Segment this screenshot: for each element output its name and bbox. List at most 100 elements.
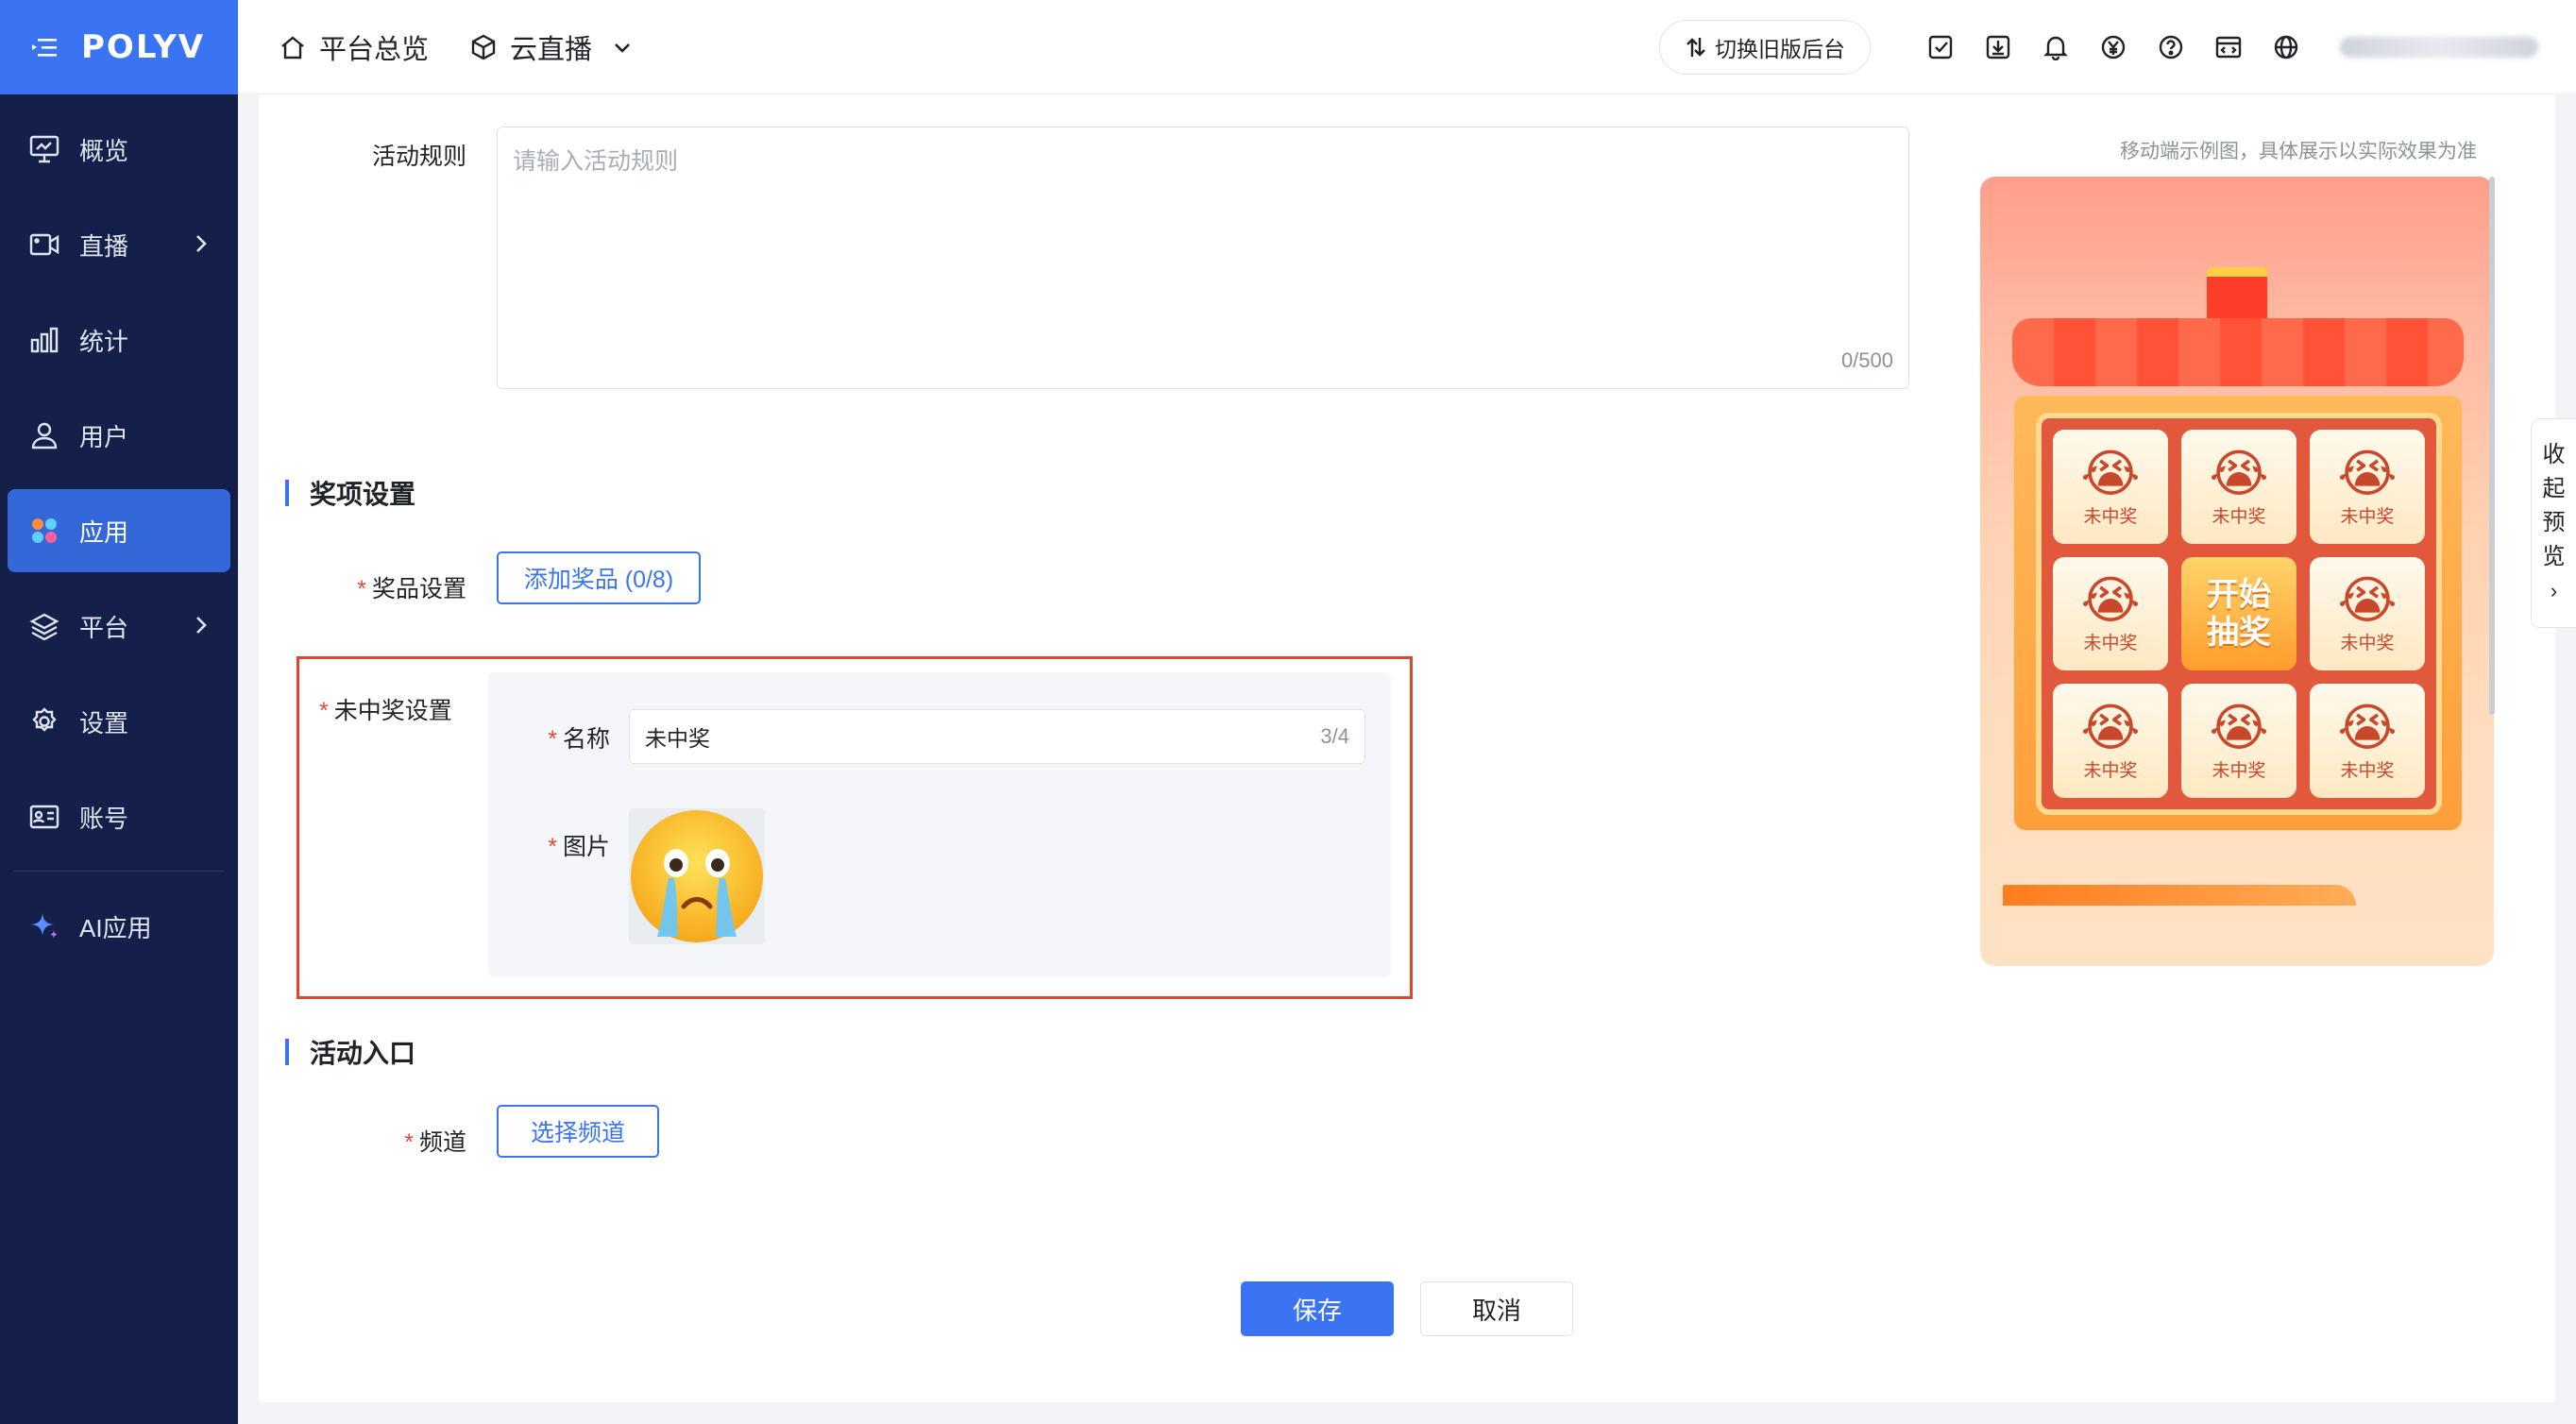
- video-icon: [28, 229, 60, 261]
- user-account-menu[interactable]: [2340, 36, 2538, 58]
- channel-label: * 频道: [404, 1129, 466, 1156]
- awning-decoration: [2012, 318, 2464, 386]
- chevron-right-icon: ›: [2550, 579, 2558, 602]
- sidebar-item-label: 用户: [79, 422, 129, 451]
- menu-icon[interactable]: [32, 37, 57, 58]
- rules-counter: 0/500: [1840, 348, 1893, 372]
- checklist-icon[interactable]: [1924, 31, 1957, 63]
- prize-settings-label: * 奖品设置: [357, 576, 466, 602]
- home-icon: [281, 35, 304, 59]
- crying-face-icon: 😭: [2209, 700, 2269, 757]
- sidebar-item-stats[interactable]: 统计: [8, 298, 230, 381]
- sidebar-item-label: 平台: [79, 613, 129, 642]
- lottery-cell-label: 未中奖: [2083, 634, 2138, 654]
- sidebar-item-label: 直播: [79, 231, 129, 261]
- crying-face-icon: 😭: [2209, 445, 2269, 502]
- swap-icon: [1686, 37, 1705, 57]
- cube-icon: [471, 34, 496, 59]
- globe-icon[interactable]: [2270, 31, 2302, 63]
- rules-placeholder: 请输入活动规则: [513, 148, 679, 175]
- gift-box-decoration: [2207, 267, 2267, 324]
- sidebar-item-ai[interactable]: AI应用: [8, 885, 230, 968]
- id-card-icon: [28, 801, 60, 833]
- sidebar-item-settings[interactable]: 设置: [8, 680, 230, 763]
- platform-overview-link[interactable]: 平台总览: [280, 27, 429, 67]
- lottery-cell-label: 未中奖: [2212, 506, 2266, 527]
- lottery-cell-label: 未中奖: [2083, 761, 2138, 782]
- sidebar-item-label: 概览: [79, 136, 129, 165]
- lottery-grid: 😭 未中奖 😭 未中奖 😭 未中奖 😭 未中奖 开始 抽奖 😭 未中奖 😭 未中奖 😭 未中奖 …: [2036, 413, 2442, 815]
- collapse-char: 预: [2542, 510, 2566, 535]
- monitor-icon: [28, 133, 60, 165]
- lottery-cell: 😭 未中奖: [2053, 684, 2168, 798]
- save-button[interactable]: 保存: [1241, 1281, 1394, 1336]
- help-icon[interactable]: [2155, 31, 2187, 63]
- cancel-button[interactable]: 取消: [1420, 1281, 1573, 1336]
- image-label: * 图片: [548, 834, 610, 860]
- lottery-cell: 😭 未中奖: [2053, 430, 2168, 544]
- start-lottery-line1: 开始: [2207, 576, 2271, 613]
- rules-textarea[interactable]: 请输入活动规则 0/500: [497, 127, 1909, 389]
- platform-overview-label: 平台总览: [319, 34, 430, 65]
- layers-icon: [28, 610, 60, 642]
- lottery-cell: 😭 未中奖: [2310, 556, 2425, 671]
- crying-face-icon: [631, 810, 763, 942]
- lottery-cell-label: 未中奖: [2340, 506, 2395, 527]
- sidebar-item-live[interactable]: 直播: [8, 203, 230, 286]
- gear-icon: [28, 705, 60, 737]
- crying-face-icon: 😭: [2080, 445, 2141, 502]
- sidebar-item-label: AI应用: [79, 913, 152, 942]
- entry-section-title: 活动入口: [285, 1033, 415, 1071]
- logo-bar: POLYV: [0, 0, 238, 94]
- start-lottery-line2: 抽奖: [2207, 614, 2271, 651]
- lottery-cell: 😭 未中奖: [2181, 430, 2296, 544]
- name-input-counter: 3/4: [1320, 724, 1349, 748]
- preview-scrollbar[interactable]: [2489, 177, 2495, 715]
- download-icon[interactable]: [1982, 31, 2014, 63]
- no-prize-name-input[interactable]: 未中奖 3/4: [629, 709, 1365, 764]
- code-window-icon[interactable]: [2212, 31, 2245, 63]
- yuan-icon[interactable]: [2097, 31, 2129, 63]
- bar-chart-icon: [28, 324, 60, 356]
- brand-logo[interactable]: POLYV: [81, 28, 205, 66]
- crying-face-icon: 😭: [2337, 445, 2398, 502]
- sidebar: POLYV 概览 直播 统计 用户 应用 平台 设置 账号 AI应用: [0, 0, 238, 1424]
- chevron-right-icon: [196, 617, 207, 634]
- top-bar: 平台总览 云直播 切换旧版后台: [238, 0, 2576, 94]
- crying-face-icon: 😭: [2080, 572, 2141, 630]
- select-channel-button[interactable]: 选择频道: [497, 1105, 659, 1158]
- name-label: * 名称: [548, 726, 610, 753]
- preview-note: 移动端示例图，具体展示以实际效果为准: [2120, 141, 2477, 162]
- no-prize-image-upload[interactable]: [629, 808, 765, 944]
- bell-icon[interactable]: [2040, 31, 2072, 63]
- sidebar-nav: 概览 直播 统计 用户 应用 平台 设置 账号 AI应用: [0, 94, 238, 968]
- sidebar-divider: [13, 871, 225, 872]
- crying-face-icon: 😭: [2337, 700, 2398, 757]
- main-content: 活动规则 请输入活动规则 0/500 奖项设置 * 奖品设置 添加奖品 (0/8)…: [259, 94, 2555, 1402]
- switch-old-version-label: 切换旧版后台: [1715, 36, 1845, 61]
- collapse-char: 起: [2542, 476, 2566, 501]
- lottery-cell: 😭 未中奖: [2053, 556, 2168, 671]
- sidebar-item-apps[interactable]: 应用: [8, 489, 230, 572]
- prize-section-title: 奖项设置: [285, 474, 415, 512]
- add-prize-button[interactable]: 添加奖品 (0/8): [497, 551, 701, 604]
- crying-face-icon: 😭: [2337, 572, 2398, 630]
- chevron-right-icon: [196, 235, 207, 252]
- sidebar-item-users[interactable]: 用户: [8, 394, 230, 477]
- chevron-down-icon: [615, 42, 630, 53]
- bottom-band-decoration: [2003, 885, 2356, 906]
- product-label: 云直播: [510, 34, 593, 65]
- sidebar-item-label: 应用: [79, 517, 129, 547]
- sidebar-item-platform[interactable]: 平台: [8, 585, 230, 668]
- sidebar-item-overview[interactable]: 概览: [8, 108, 230, 191]
- sidebar-item-account[interactable]: 账号: [8, 775, 230, 858]
- lottery-cell-label: 未中奖: [2083, 506, 2138, 527]
- switch-old-version-button[interactable]: 切换旧版后台: [1659, 19, 1871, 75]
- lottery-cell: 😭 未中奖: [2310, 430, 2425, 544]
- user-icon: [28, 419, 60, 451]
- lottery-cell-label: 未中奖: [2340, 761, 2395, 782]
- sparkle-icon: [28, 910, 60, 942]
- collapse-preview-tab[interactable]: 收 起 预 览 ›: [2531, 418, 2576, 628]
- lottery-cell-label: 未中奖: [2340, 634, 2395, 654]
- product-switcher[interactable]: 云直播: [470, 27, 634, 67]
